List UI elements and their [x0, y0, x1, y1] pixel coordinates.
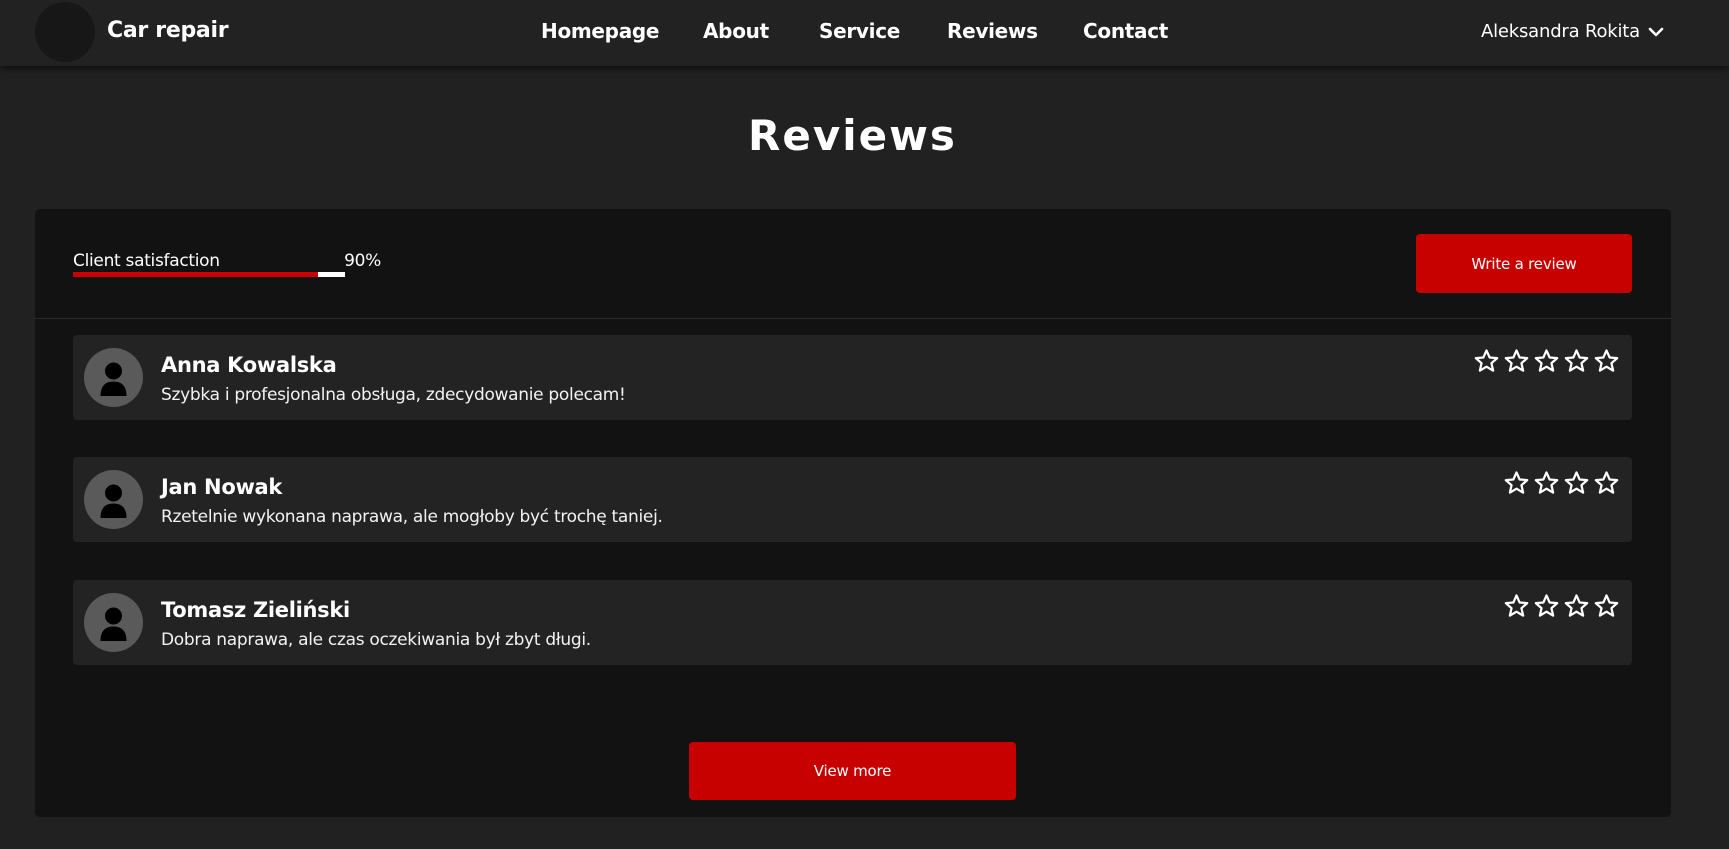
reviewer-name: Anna Kowalska — [161, 353, 337, 377]
reviewer-name: Tomasz Zieliński — [161, 598, 350, 622]
satisfaction-label: Client satisfaction — [73, 251, 220, 271]
user-avatar-icon — [84, 348, 143, 407]
review-text: Szybka i profesjonalna obsługa, zdecydow… — [161, 385, 626, 405]
brand-name[interactable]: Car repair — [107, 18, 229, 43]
star-outline-icon — [1594, 349, 1619, 372]
star-outline-icon — [1564, 349, 1589, 372]
review-card: Anna Kowalska Szybka i profesjonalna obs… — [73, 335, 1632, 420]
star-outline-icon — [1564, 471, 1589, 494]
top-navbar: Car repair Homepage About Service Review… — [0, 0, 1729, 66]
star-outline-icon — [1534, 349, 1559, 372]
star-rating — [1503, 593, 1620, 620]
write-review-button[interactable]: Write a review — [1416, 234, 1632, 293]
star-outline-icon — [1474, 349, 1499, 372]
review-text: Rzetelnie wykonana naprawa, ale mogłoby … — [161, 507, 663, 527]
star-rating — [1503, 470, 1620, 497]
star-outline-icon — [1594, 471, 1619, 494]
satisfaction-bar — [73, 272, 345, 277]
star-outline-icon — [1534, 594, 1559, 617]
review-card: Tomasz Zieliński Dobra naprawa, ale czas… — [73, 580, 1632, 665]
user-avatar-icon — [84, 593, 143, 652]
logo[interactable] — [35, 2, 95, 62]
star-outline-icon — [1534, 471, 1559, 494]
reviews-panel: Client satisfaction 90% Write a review A… — [35, 209, 1671, 817]
reviews-summary: Client satisfaction 90% Write a review — [35, 209, 1671, 319]
star-outline-icon — [1504, 594, 1529, 617]
star-outline-icon — [1504, 471, 1529, 494]
nav-about[interactable]: About — [703, 19, 769, 43]
nav-reviews[interactable]: Reviews — [947, 19, 1038, 43]
star-outline-icon — [1504, 349, 1529, 372]
user-avatar-icon — [84, 470, 143, 529]
satisfaction-bar-fill — [73, 272, 318, 277]
review-card: Jan Nowak Rzetelnie wykonana naprawa, al… — [73, 457, 1632, 542]
view-more-button[interactable]: View more — [689, 742, 1016, 800]
star-outline-icon — [1564, 594, 1589, 617]
chevron-down-icon — [1648, 27, 1664, 36]
reviewer-name: Jan Nowak — [161, 475, 283, 499]
user-name: Aleksandra Rokita — [1480, 21, 1640, 42]
satisfaction-value: 90% — [344, 251, 381, 271]
review-text: Dobra naprawa, ale czas oczekiwania był … — [161, 630, 591, 650]
star-rating — [1473, 348, 1620, 375]
nav-service[interactable]: Service — [819, 19, 900, 43]
nav-contact[interactable]: Contact — [1083, 19, 1168, 43]
star-outline-icon — [1594, 594, 1619, 617]
page-title: Reviews — [748, 111, 957, 160]
user-menu[interactable]: Aleksandra Rokita — [1481, 21, 1664, 42]
nav-homepage[interactable]: Homepage — [541, 19, 659, 43]
